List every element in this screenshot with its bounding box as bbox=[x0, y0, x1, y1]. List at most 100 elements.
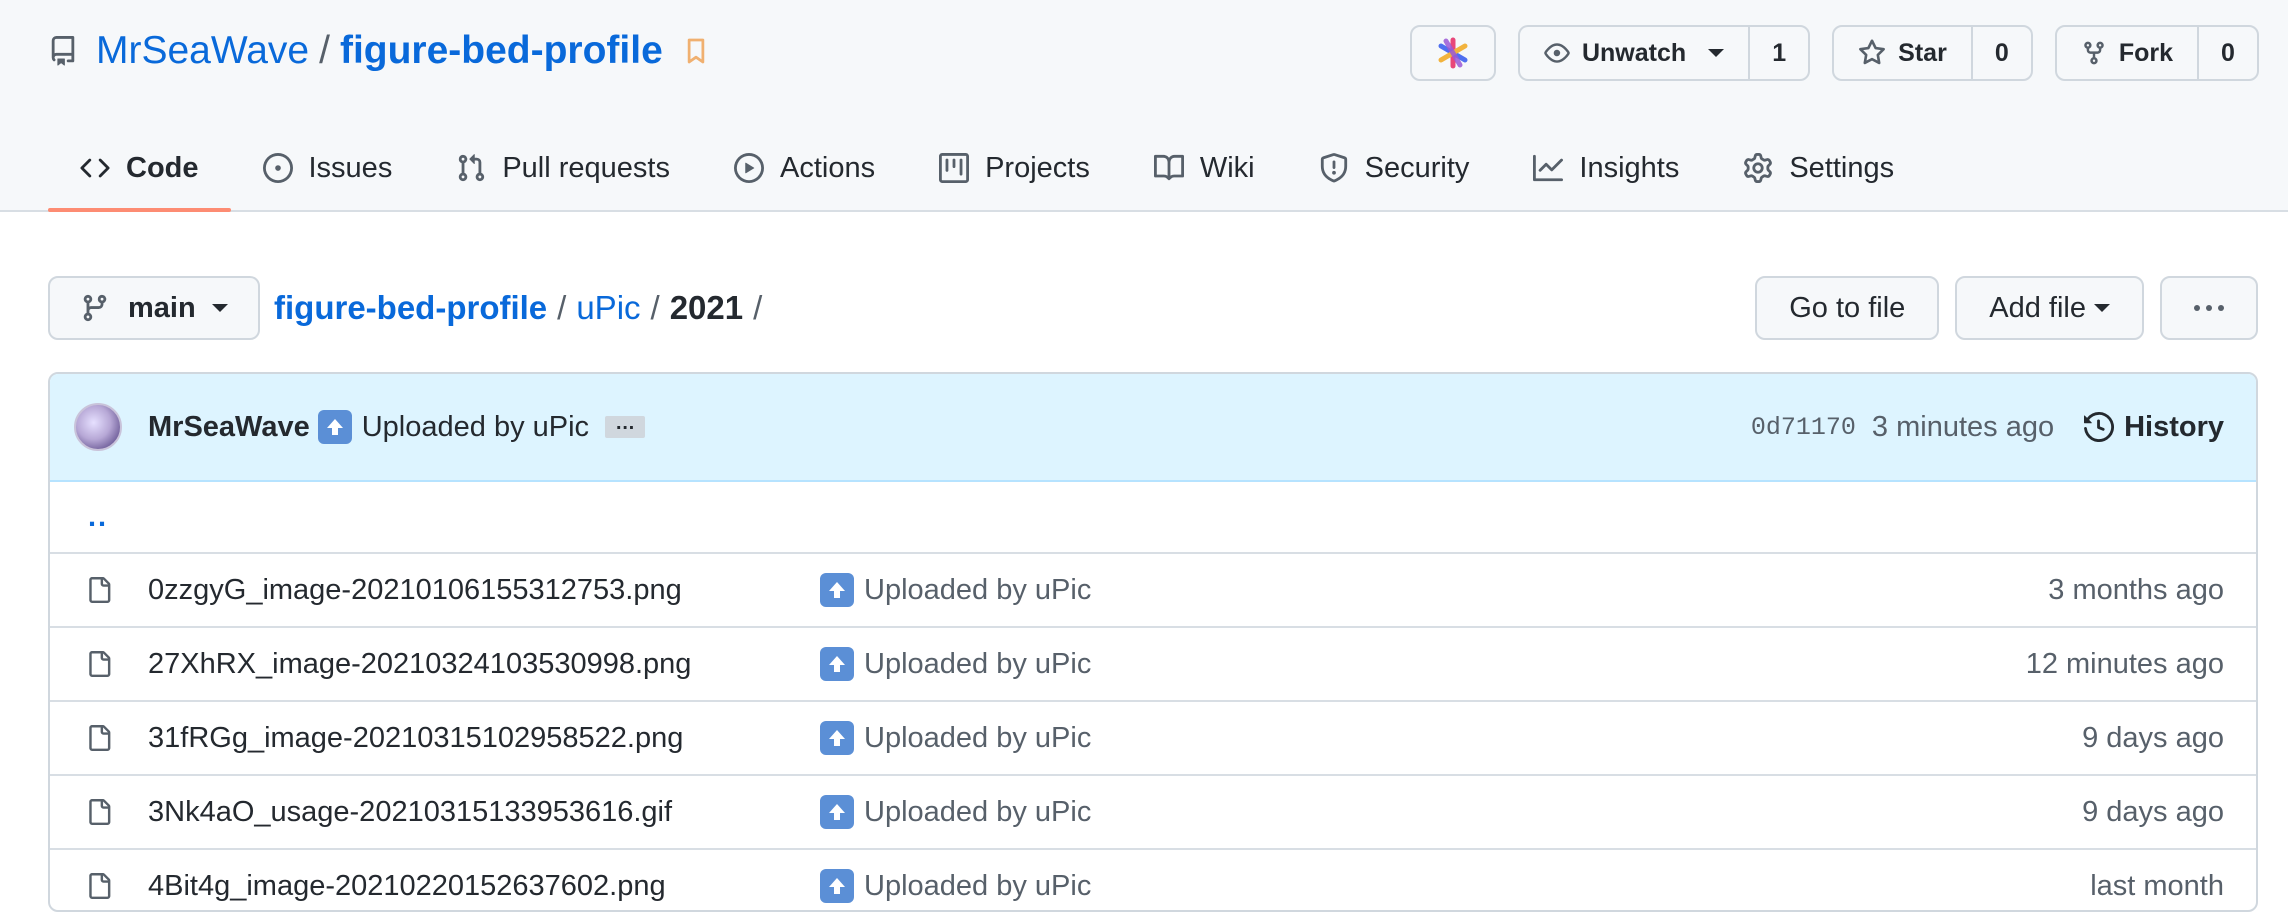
file-commit-age: 12 minutes ago bbox=[2025, 647, 2224, 680]
chevron-down-icon bbox=[211, 304, 228, 312]
file-row: 27XhRX_image-20210324103530998.png Uploa… bbox=[50, 628, 2256, 702]
chevron-down-icon bbox=[2094, 304, 2110, 312]
tab-actions-label: Actions bbox=[779, 151, 876, 184]
book-icon bbox=[1153, 154, 1184, 181]
tab-settings[interactable]: Settings bbox=[1711, 126, 1926, 210]
file-name-link[interactable]: 0zzgyG_image-20210106155312753.png bbox=[148, 574, 682, 607]
file-commit-message-link[interactable]: Uploaded by uPic bbox=[864, 648, 1091, 681]
issue-opened-icon bbox=[262, 153, 293, 183]
tab-projects-label: Projects bbox=[985, 151, 1090, 184]
repo-title: MrSeaWave / figure-bed-profile bbox=[48, 24, 707, 78]
file-name-link[interactable]: 27XhRX_image-20210324103530998.png bbox=[148, 648, 691, 681]
tab-wiki[interactable]: Wiki bbox=[1122, 126, 1287, 210]
tab-pull-requests-label: Pull requests bbox=[502, 151, 670, 184]
commit-meta: 0d71170 3 minutes ago History bbox=[1751, 411, 2224, 444]
gear-icon bbox=[1744, 153, 1773, 183]
file-icon bbox=[89, 651, 111, 677]
tab-issues[interactable]: Issues bbox=[231, 126, 425, 210]
up-arrow-emoji-icon bbox=[820, 573, 854, 607]
file-icon bbox=[89, 577, 111, 603]
fork-button[interactable]: Fork bbox=[2057, 27, 2197, 79]
forks-count[interactable]: 0 bbox=[2197, 27, 2257, 79]
kebab-horizontal-icon bbox=[2194, 305, 2224, 311]
star-button[interactable]: Star bbox=[1834, 27, 1971, 79]
sponsor-app-button[interactable] bbox=[1409, 25, 1496, 81]
file-commit-age: last month bbox=[2090, 869, 2224, 902]
file-commit-message: Uploaded by uPic bbox=[820, 869, 1091, 903]
expand-commit-button[interactable]: … bbox=[605, 413, 646, 438]
file-row: 3Nk4aO_usage-20210315133953616.gif Uploa… bbox=[50, 776, 2256, 850]
tab-code-label: Code bbox=[126, 151, 199, 184]
repo-name-link[interactable]: figure-bed-profile bbox=[340, 29, 663, 73]
history-label: History bbox=[2124, 410, 2224, 443]
breadcrumb-separator: / bbox=[753, 289, 763, 326]
tab-insights[interactable]: Insights bbox=[1501, 126, 1711, 210]
repo-actions: Unwatch 1 Star 0 Fork 0 bbox=[1409, 25, 2259, 81]
watchers-count[interactable]: 1 bbox=[1748, 27, 1808, 79]
file-name-link[interactable]: 4Bit4g_image-20210220152637602.png bbox=[148, 870, 666, 903]
file-name-link[interactable]: 3Nk4aO_usage-20210315133953616.gif bbox=[148, 796, 672, 829]
tab-code[interactable]: Code bbox=[48, 126, 231, 212]
file-commit-message: Uploaded by uPic bbox=[820, 573, 1091, 607]
chevron-down-icon bbox=[1708, 49, 1725, 57]
fork-icon bbox=[2084, 41, 2104, 65]
file-commit-message: Uploaded by uPic bbox=[820, 721, 1091, 755]
tab-projects[interactable]: Projects bbox=[907, 126, 1122, 210]
commit-author-link[interactable]: MrSeaWave bbox=[148, 411, 310, 444]
tab-insights-label: Insights bbox=[1579, 151, 1680, 184]
sparkle-icon bbox=[1438, 37, 1468, 69]
repo-header: MrSeaWave / figure-bed-profile Unwatch 1… bbox=[0, 0, 2288, 212]
up-arrow-emoji-icon bbox=[820, 795, 854, 829]
avatar[interactable] bbox=[74, 403, 122, 451]
tab-wiki-label: Wiki bbox=[1199, 151, 1255, 184]
file-list: MrSeaWave Uploaded by uPic … 0d71170 3 m… bbox=[48, 372, 2258, 912]
file-commit-message-link[interactable]: Uploaded by uPic bbox=[864, 870, 1091, 903]
tab-actions[interactable]: Actions bbox=[702, 126, 907, 210]
breadcrumb-root-link[interactable]: figure-bed-profile bbox=[274, 289, 547, 327]
file-commit-message-link[interactable]: Uploaded by uPic bbox=[864, 574, 1091, 607]
commit-sha-link[interactable]: 0d71170 bbox=[1751, 413, 1856, 442]
unwatch-button[interactable]: Unwatch bbox=[1520, 27, 1748, 79]
stars-count[interactable]: 0 bbox=[1970, 27, 2031, 79]
shield-icon bbox=[1320, 153, 1347, 183]
commit-time: 3 minutes ago bbox=[1871, 410, 2055, 443]
file-name-link[interactable]: 31fRGg_image-20210315102958522.png bbox=[148, 722, 683, 755]
star-group: Star 0 bbox=[1832, 25, 2033, 81]
branch-select-button[interactable]: main bbox=[48, 276, 260, 340]
latest-commit-bar: MrSeaWave Uploaded by uPic … 0d71170 3 m… bbox=[50, 374, 2256, 482]
file-commit-message-link[interactable]: Uploaded by uPic bbox=[864, 796, 1091, 829]
tab-pull-requests[interactable]: Pull requests bbox=[424, 126, 702, 210]
tab-security[interactable]: Security bbox=[1287, 126, 1502, 210]
repo-separator: / bbox=[319, 29, 330, 72]
more-options-button[interactable] bbox=[2160, 276, 2258, 340]
file-commit-age: 9 days ago bbox=[2082, 721, 2224, 754]
commit-message-link[interactable]: Uploaded by uPic bbox=[362, 411, 589, 444]
up-arrow-emoji-icon bbox=[820, 721, 854, 755]
git-pull-request-icon bbox=[459, 154, 485, 182]
go-to-file-button[interactable]: Go to file bbox=[1755, 276, 1940, 340]
bookmark-icon bbox=[687, 38, 705, 64]
up-arrow-emoji-icon bbox=[317, 410, 352, 444]
file-commit-message-link[interactable]: Uploaded by uPic bbox=[864, 722, 1091, 755]
project-icon bbox=[939, 153, 970, 183]
add-file-button[interactable]: Add file bbox=[1955, 276, 2144, 340]
file-commit-age: 9 days ago bbox=[2082, 795, 2224, 828]
file-row: 0zzgyG_image-20210106155312753.png Uploa… bbox=[50, 554, 2256, 628]
breadcrumb: figure-bed-profile / uPic / 2021 / bbox=[274, 276, 772, 340]
history-link[interactable]: History bbox=[2084, 411, 2224, 444]
play-icon bbox=[733, 153, 764, 183]
file-row: 31fRGg_image-20210315102958522.png Uploa… bbox=[50, 702, 2256, 776]
history-icon bbox=[2084, 412, 2115, 442]
breadcrumb-folder-link[interactable]: uPic bbox=[576, 289, 640, 327]
repo-owner-link[interactable]: MrSeaWave bbox=[96, 29, 309, 73]
git-branch-icon bbox=[83, 294, 107, 322]
parent-directory-link[interactable]: .. bbox=[88, 501, 108, 534]
file-icon bbox=[89, 873, 111, 899]
watch-group: Unwatch 1 bbox=[1517, 25, 1811, 81]
graph-icon bbox=[1533, 154, 1564, 182]
file-row: 4Bit4g_image-20210220152637602.png Uploa… bbox=[50, 850, 2256, 910]
fork-label: Fork bbox=[2118, 38, 2173, 67]
tab-security-label: Security bbox=[1364, 151, 1470, 184]
star-label: Star bbox=[1898, 38, 1947, 67]
repo-icon bbox=[51, 36, 75, 66]
